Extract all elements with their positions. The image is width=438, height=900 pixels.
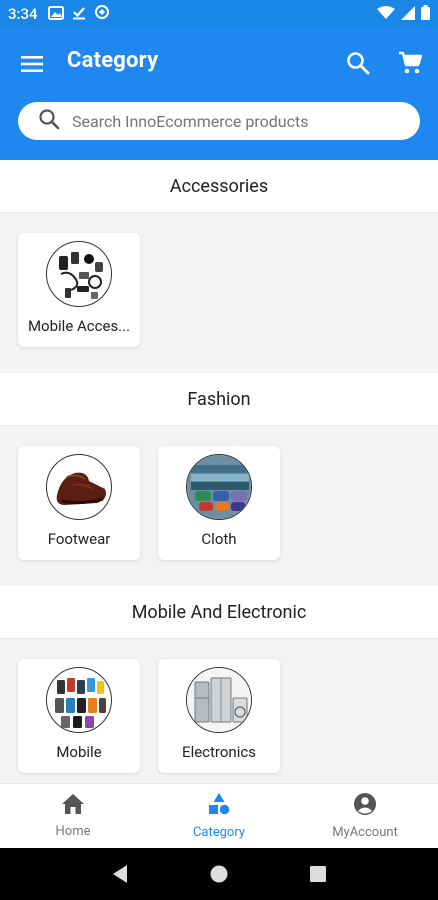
category-card-label: Mobile (56, 743, 102, 761)
nav-label: Category (192, 825, 246, 840)
cloth-thumbnail (186, 454, 252, 520)
electronics-thumbnail (186, 667, 252, 733)
mobile-accessories-thumbnail (46, 241, 112, 307)
mobile-thumbnail (46, 667, 112, 733)
gallery-icon (47, 5, 64, 24)
section-title: Accessories (0, 160, 438, 213)
search-field-icon (38, 108, 60, 134)
footwear-thumbnail (46, 454, 112, 520)
nav-label: MyAccount (332, 825, 398, 840)
category-card-mobile-accessories[interactable]: Mobile Acces... (18, 233, 140, 347)
nav-item-category[interactable]: Category (146, 784, 292, 848)
category-card-label: Cloth (201, 530, 237, 548)
section-accessories: Accessories Mobile Acces... (0, 160, 438, 373)
status-time: 3:34 (8, 5, 38, 23)
section-title: Mobile And Electronic (0, 586, 438, 639)
category-card-label: Mobile Acces... (27, 317, 131, 335)
section-items: Mobile Acces... (0, 213, 438, 373)
category-card-label: Footwear (47, 530, 111, 548)
section-fashion: Fashion Footwear Cloth (0, 373, 438, 586)
nav-label: Home (55, 824, 91, 839)
download-done-icon (72, 5, 86, 24)
search-icon[interactable] (344, 49, 372, 77)
menu-icon[interactable] (18, 50, 46, 78)
app-bar: Category Search InnoEcommerce products (0, 28, 438, 160)
back-icon[interactable] (104, 858, 136, 890)
home-circle-icon[interactable] (203, 858, 235, 890)
bottom-navigation: Home Category MyAccount (0, 783, 438, 848)
account-circle-icon (353, 792, 377, 820)
battery-icon (421, 4, 430, 24)
category-card-label: Electronics (182, 743, 256, 761)
search-input[interactable]: Search InnoEcommerce products (18, 102, 420, 140)
signal-icon (401, 5, 415, 24)
section-title: Fashion (0, 373, 438, 426)
recents-icon[interactable] (302, 858, 334, 890)
category-card-cloth[interactable]: Cloth (158, 446, 280, 560)
page-title: Category (67, 48, 159, 73)
category-card-electronics[interactable]: Electronics (158, 659, 280, 773)
home-icon (61, 793, 85, 819)
nav-item-home[interactable]: Home (0, 784, 146, 848)
category-card-footwear[interactable]: Footwear (18, 446, 140, 560)
section-items: Footwear Cloth (0, 426, 438, 586)
section-mobile-and-electronic: Mobile And Electronic Mobile Electronics (0, 586, 438, 783)
category-list[interactable]: Accessories Mobile Acces... Fashion Foot… (0, 160, 438, 783)
system-navigation-bar (0, 848, 438, 900)
status-bar: 3:34 (0, 0, 438, 28)
section-items: Mobile Electronics (0, 639, 438, 783)
sync-icon (94, 4, 110, 24)
category-icon (207, 792, 231, 820)
cart-icon[interactable] (396, 49, 424, 77)
wifi-icon (377, 5, 395, 24)
search-placeholder: Search InnoEcommerce products (72, 111, 309, 131)
category-card-mobile[interactable]: Mobile (18, 659, 140, 773)
nav-item-myaccount[interactable]: MyAccount (292, 784, 438, 848)
